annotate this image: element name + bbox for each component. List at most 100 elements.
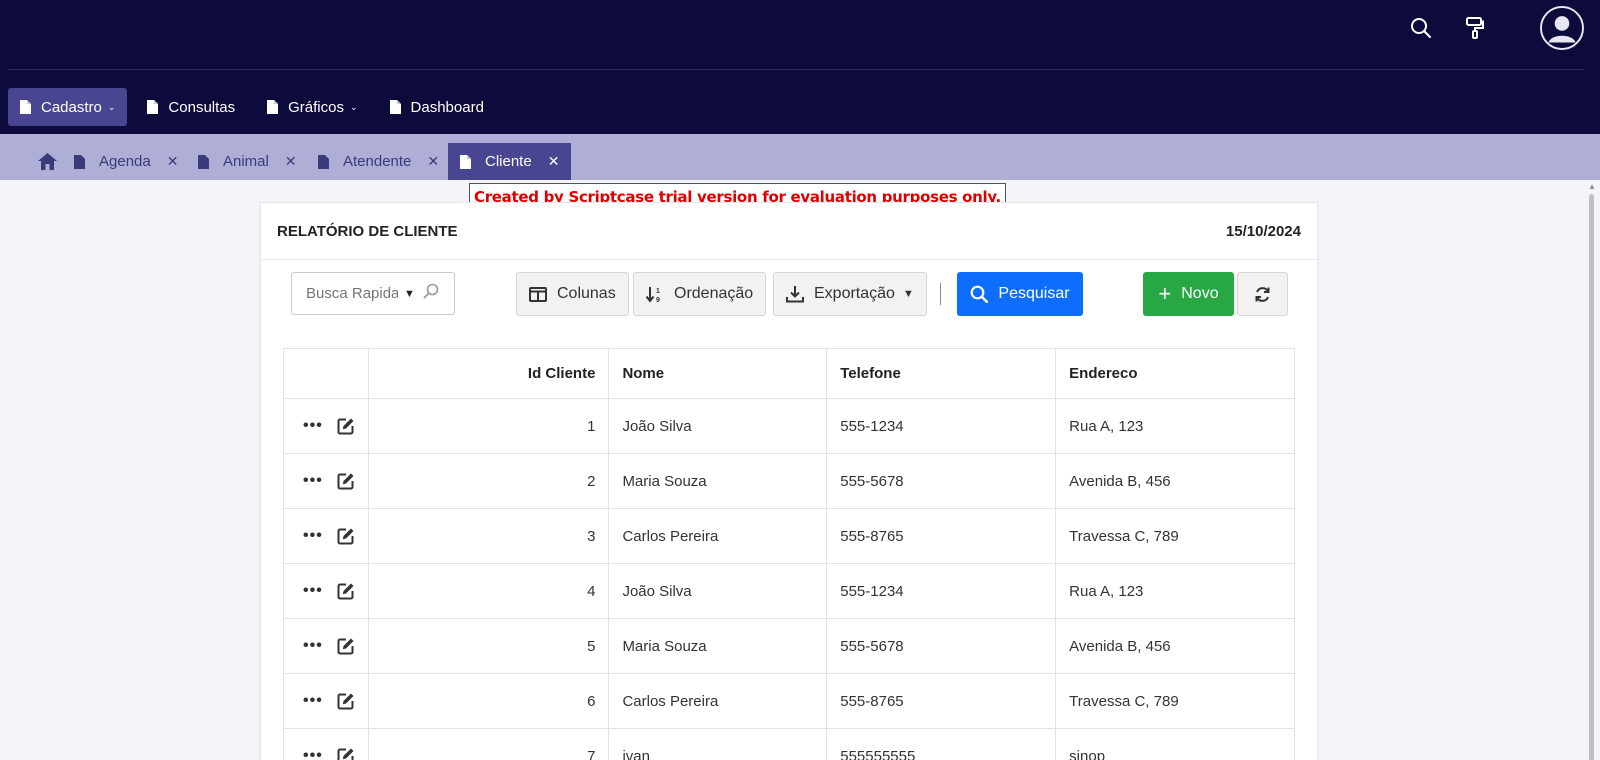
cell-id: 5 (367, 618, 610, 674)
cell-nome: Carlos Pereira (608, 508, 828, 564)
tab-atendente[interactable]: Atendente ✕ (318, 143, 439, 180)
column-header-endereco[interactable]: Endereco (1055, 348, 1295, 399)
quick-search[interactable]: ▼ (291, 272, 455, 315)
scrollbar-thumb[interactable] (1589, 194, 1594, 760)
more-options-icon[interactable]: ••• (303, 472, 323, 490)
table-row: ••• 1 João Silva 555-1234 Rua A, 123 (283, 398, 1295, 454)
user-avatar-icon[interactable] (1540, 6, 1584, 50)
cell-nome: Carlos Pereira (608, 673, 828, 729)
main-menu: Cadastro ⌄ Consultas Gráficos ⌄ Dashboar… (8, 88, 496, 126)
menu-item-consultas[interactable]: Consultas (135, 88, 247, 126)
search-button[interactable]: Pesquisar (957, 272, 1083, 316)
edit-icon[interactable] (337, 637, 355, 655)
more-options-icon[interactable]: ••• (303, 417, 323, 435)
export-button[interactable]: Exportação ▼ (773, 272, 927, 316)
new-button-label: Novo (1181, 285, 1219, 302)
table-row: ••• 7 ivan 555555555 sinop (283, 728, 1295, 760)
close-icon[interactable]: ✕ (167, 153, 179, 170)
columns-icon (529, 286, 547, 302)
close-icon[interactable]: ✕ (548, 153, 560, 170)
svg-text:9: 9 (656, 297, 660, 303)
new-button[interactable]: + Novo (1143, 272, 1234, 316)
scroll-up-icon[interactable]: ▲ (1588, 182, 1596, 191)
table-header-row: Id Cliente Nome Telefone Endereco (283, 348, 1295, 399)
cell-telefone: 555-5678 (826, 618, 1057, 674)
edit-icon[interactable] (337, 472, 355, 490)
more-options-icon[interactable]: ••• (303, 637, 323, 655)
tab-agenda[interactable]: Agenda ✕ (74, 143, 178, 180)
edit-icon[interactable] (337, 417, 355, 435)
cell-nome: Maria Souza (608, 618, 828, 674)
row-actions: ••• (283, 728, 369, 760)
edit-icon[interactable] (337, 527, 355, 545)
search-icon[interactable] (423, 283, 439, 304)
search-icon (970, 285, 989, 303)
file-icon (460, 154, 471, 169)
cell-nome: ivan (608, 728, 828, 760)
refresh-button[interactable] (1237, 272, 1288, 316)
caret-down-icon[interactable]: ▼ (404, 288, 415, 300)
column-header-telefone[interactable]: Telefone (826, 348, 1057, 399)
cell-telefone: 555-8765 (826, 673, 1057, 729)
card-header: RELATÓRIO DE CLIENTE 15/10/2024 (261, 203, 1317, 260)
more-options-icon[interactable]: ••• (303, 527, 323, 545)
plus-icon: + (1158, 281, 1172, 306)
row-actions: ••• (283, 618, 369, 674)
menu-item-dashboard[interactable]: Dashboard (378, 88, 496, 126)
tab-animal[interactable]: Animal ✕ (198, 143, 297, 180)
top-header: Cadastro ⌄ Consultas Gráficos ⌄ Dashboar… (0, 0, 1600, 134)
report-card: RELATÓRIO DE CLIENTE 15/10/2024 ▼ Coluna… (260, 202, 1318, 760)
chevron-down-icon: ⌄ (107, 101, 116, 112)
tab-label: Agenda (99, 153, 151, 170)
vertical-scrollbar[interactable]: ▲ (1588, 182, 1596, 760)
header-divider (8, 69, 1584, 70)
file-icon (198, 154, 209, 169)
caret-down-icon: ▼ (902, 288, 914, 300)
paint-roller-icon[interactable] (1459, 12, 1491, 44)
close-icon[interactable]: ✕ (427, 153, 439, 170)
toolbar: ▼ Colunas 19 Ordenação Exportação ▼ (261, 260, 1319, 340)
edit-icon[interactable] (337, 692, 355, 710)
toolbar-separator (940, 283, 941, 305)
file-icon (267, 100, 279, 114)
column-header-nome[interactable]: Nome (608, 348, 828, 399)
search-icon[interactable] (1405, 12, 1437, 44)
file-icon (318, 154, 329, 169)
data-table: Id Cliente Nome Telefone Endereco ••• 1 … (283, 348, 1295, 760)
home-icon (38, 153, 57, 170)
table-row: ••• 4 João Silva 555-1234 Rua A, 123 (283, 563, 1295, 619)
row-actions: ••• (283, 453, 369, 509)
cell-endereco: Avenida B, 456 (1055, 453, 1295, 509)
menu-item-graficos[interactable]: Gráficos ⌄ (255, 88, 369, 126)
report-date: 15/10/2024 (1225, 222, 1301, 240)
quick-search-input[interactable] (306, 285, 398, 302)
cell-id: 1 (367, 398, 610, 454)
menu-item-label: Dashboard (410, 98, 484, 116)
menu-item-cadastro[interactable]: Cadastro ⌄ (8, 88, 128, 126)
row-actions: ••• (283, 398, 369, 454)
columns-button[interactable]: Colunas (516, 272, 629, 316)
refresh-icon (1255, 286, 1270, 302)
chevron-down-icon: ⌄ (349, 101, 358, 112)
more-options-icon[interactable]: ••• (303, 747, 323, 760)
column-header-id[interactable]: Id Cliente (367, 348, 610, 399)
menu-item-label: Cadastro (41, 98, 102, 116)
edit-icon[interactable] (337, 582, 355, 600)
cell-nome: João Silva (608, 398, 828, 454)
columns-label: Colunas (557, 285, 616, 302)
row-actions: ••• (283, 508, 369, 564)
row-actions: ••• (283, 673, 369, 729)
more-options-icon[interactable]: ••• (303, 692, 323, 710)
cell-endereco: Travessa C, 789 (1055, 673, 1295, 729)
tab-home[interactable] (38, 143, 57, 180)
cell-nome: Maria Souza (608, 453, 828, 509)
edit-icon[interactable] (337, 747, 355, 760)
cell-endereco: sinop (1055, 728, 1295, 760)
more-options-icon[interactable]: ••• (303, 582, 323, 600)
tab-cliente[interactable]: Cliente ✕ (448, 143, 572, 180)
sort-label: Ordenação (674, 285, 754, 302)
sort-button[interactable]: 19 Ordenação (633, 272, 767, 316)
close-icon[interactable]: ✕ (285, 153, 297, 170)
cell-id: 2 (367, 453, 610, 509)
search-button-label: Pesquisar (998, 285, 1070, 302)
